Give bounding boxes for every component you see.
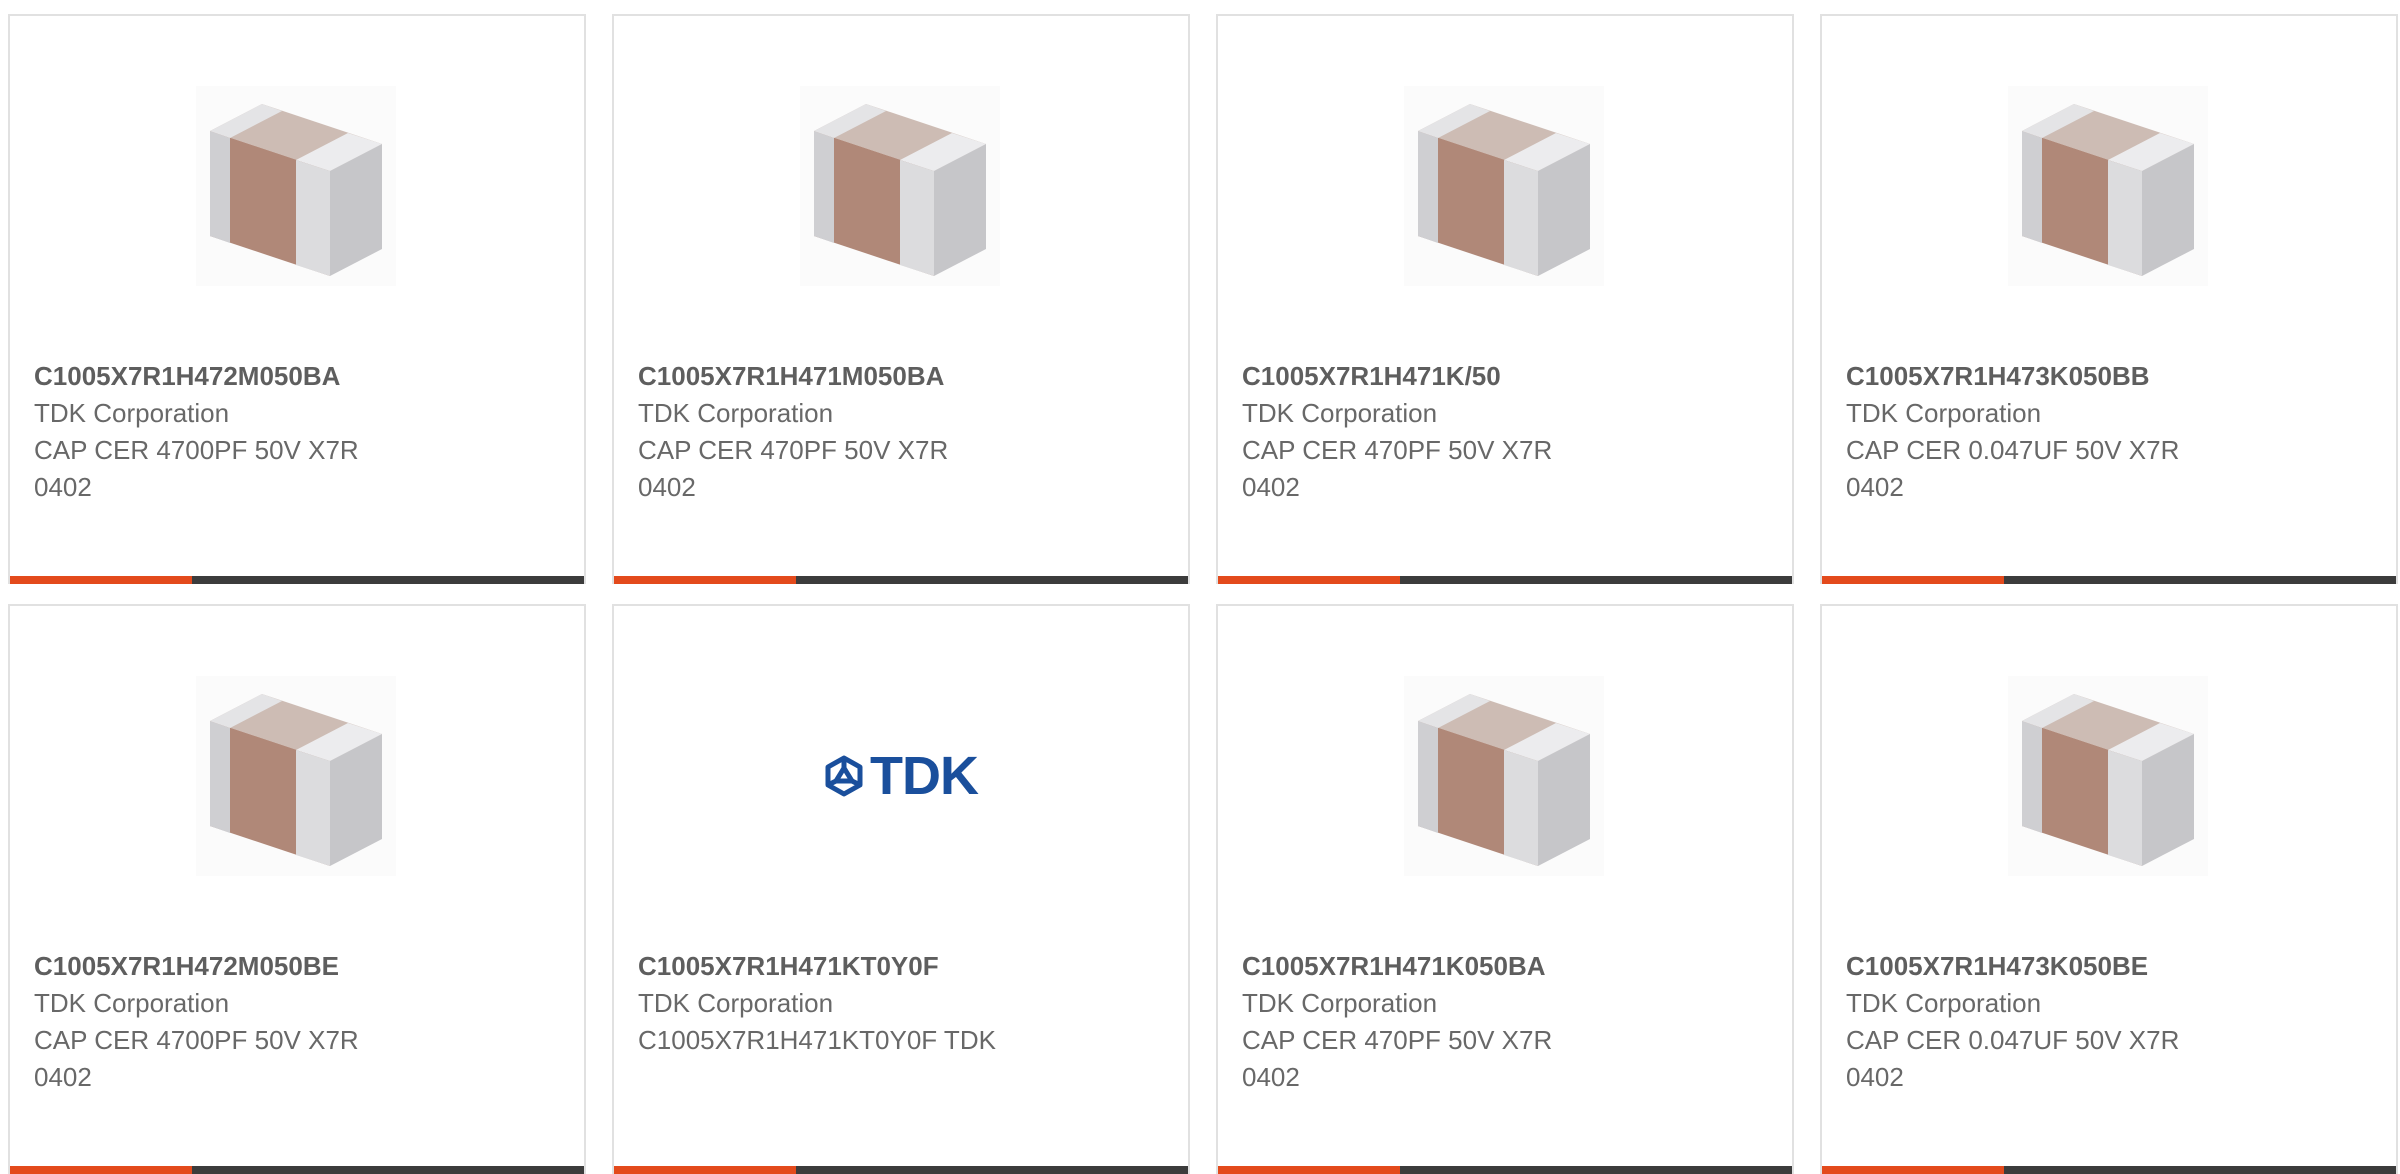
product-info: C1005X7R1H471M050BA TDK Corporation CAP … [638,358,998,506]
description: CAP CER 470PF 50V X7R 0402 [1242,1025,1553,1092]
product-card[interactable]: C1005X7R1H472M050BE TDK Corporation CAP … [8,604,586,1174]
ceramic-capacitor-image [800,86,1000,286]
card-bottom-bar [614,576,1188,584]
product-image[interactable] [800,86,1000,286]
tdk-logo-text: TDK [870,746,979,806]
card-bottom-accent [614,576,796,584]
product-image[interactable] [196,676,396,876]
product-image[interactable] [2008,676,2208,876]
ceramic-capacitor-image [1404,86,1604,286]
card-bottom-bar [1218,576,1792,584]
card-bottom-accent [1218,576,1400,584]
description: CAP CER 470PF 50V X7R 0402 [1242,435,1553,502]
product-card[interactable]: C1005X7R1H471K050BA TDK Corporation CAP … [1216,604,1794,1174]
description: C1005X7R1H471KT0Y0F TDK [638,1025,996,1055]
description: CAP CER 4700PF 50V X7R 0402 [34,1025,359,1092]
product-card[interactable]: TDK C1005X7R1H471KT0Y0F TDK Corporation … [612,604,1190,1174]
product-card[interactable]: C1005X7R1H473K050BB TDK Corporation CAP … [1820,14,2398,584]
part-number[interactable]: C1005X7R1H473K050BE [1846,948,2206,985]
description: CAP CER 4700PF 50V X7R 0402 [34,435,359,502]
ceramic-capacitor-image [196,86,396,286]
ceramic-capacitor-image [1404,676,1604,876]
description: CAP CER 0.047UF 50V X7R 0402 [1846,435,2180,502]
part-number[interactable]: C1005X7R1H472M050BA [34,358,394,395]
product-info: C1005X7R1H471KT0Y0F TDK Corporation C100… [638,948,998,1059]
manufacturer: TDK Corporation [1242,988,1438,1018]
manufacturer: TDK Corporation [1242,398,1438,428]
product-card[interactable]: C1005X7R1H471M050BA TDK Corporation CAP … [612,14,1190,584]
manufacturer: TDK Corporation [1846,988,2042,1018]
product-info: C1005X7R1H472M050BA TDK Corporation CAP … [34,358,394,506]
product-image[interactable] [1404,676,1604,876]
part-number[interactable]: C1005X7R1H471K/50 [1242,358,1602,395]
ceramic-capacitor-image [2008,676,2208,876]
product-card[interactable]: C1005X7R1H471K/50 TDK Corporation CAP CE… [1216,14,1794,584]
description: CAP CER 0.047UF 50V X7R 0402 [1846,1025,2180,1092]
tdk-logo-image: TDK [822,746,979,806]
part-number[interactable]: C1005X7R1H471KT0Y0F [638,948,998,985]
part-number[interactable]: C1005X7R1H471K050BA [1242,948,1602,985]
product-image[interactable]: TDK [800,676,1000,876]
product-grid: C1005X7R1H472M050BA TDK Corporation CAP … [8,14,2398,1174]
product-card[interactable]: C1005X7R1H473K050BE TDK Corporation CAP … [1820,604,2398,1174]
ceramic-capacitor-image [2008,86,2208,286]
product-info: C1005X7R1H471K050BA TDK Corporation CAP … [1242,948,1602,1096]
part-number[interactable]: C1005X7R1H472M050BE [34,948,394,985]
part-number[interactable]: C1005X7R1H471M050BA [638,358,998,395]
part-number[interactable]: C1005X7R1H473K050BB [1846,358,2206,395]
card-bottom-accent [1822,576,2004,584]
manufacturer: TDK Corporation [638,398,834,428]
manufacturer: TDK Corporation [1846,398,2042,428]
card-bottom-accent [10,576,192,584]
product-card[interactable]: C1005X7R1H472M050BA TDK Corporation CAP … [8,14,586,584]
product-image[interactable] [1404,86,1604,286]
ceramic-capacitor-image [196,676,396,876]
manufacturer: TDK Corporation [638,988,834,1018]
product-info: C1005X7R1H471K/50 TDK Corporation CAP CE… [1242,358,1602,506]
card-bottom-bar [1822,576,2396,584]
manufacturer: TDK Corporation [34,398,230,428]
product-info: C1005X7R1H472M050BE TDK Corporation CAP … [34,948,394,1096]
product-info: C1005X7R1H473K050BE TDK Corporation CAP … [1846,948,2206,1096]
tdk-logo-mark-icon [825,755,863,797]
card-bottom-bar [10,576,584,584]
manufacturer: TDK Corporation [34,988,230,1018]
description: CAP CER 470PF 50V X7R 0402 [638,435,949,502]
product-image[interactable] [2008,86,2208,286]
product-image[interactable] [196,86,396,286]
product-info: C1005X7R1H473K050BB TDK Corporation CAP … [1846,358,2206,506]
